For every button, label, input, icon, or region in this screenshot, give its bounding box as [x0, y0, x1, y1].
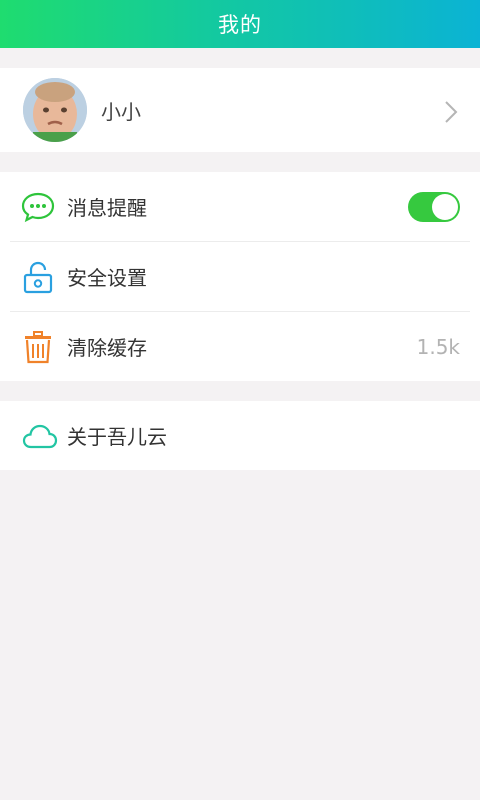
avatar	[23, 78, 87, 142]
notifications-toggle[interactable]	[408, 192, 460, 222]
settings-item-label: 安全设置	[67, 266, 147, 290]
lock-icon	[23, 261, 53, 293]
profile-name: 小小	[101, 99, 141, 124]
chevron-right-icon	[445, 101, 458, 123]
profile-row[interactable]: 小小	[0, 68, 480, 152]
settings-group: 消息提醒 安全设置 清除缓存 1.5k	[0, 172, 480, 381]
cache-size-value: 1.5k	[416, 334, 460, 359]
chat-bubble-icon	[21, 192, 55, 222]
settings-item-label: 消息提醒	[67, 196, 147, 220]
settings-item-about[interactable]: 关于吾儿云	[10, 401, 470, 470]
settings-item-label: 关于吾儿云	[67, 425, 167, 449]
about-group: 关于吾儿云	[0, 401, 480, 470]
settings-item-notifications[interactable]: 消息提醒	[10, 172, 470, 241]
page-title: 我的	[218, 13, 262, 37]
app-header: 我的	[0, 0, 480, 48]
trash-icon	[25, 330, 51, 363]
cloud-icon	[22, 424, 58, 448]
settings-item-label: 清除缓存	[67, 336, 147, 360]
settings-item-clear-cache[interactable]: 清除缓存 1.5k	[10, 311, 470, 381]
settings-item-security[interactable]: 安全设置	[10, 241, 470, 311]
toggle-knob	[432, 194, 458, 220]
